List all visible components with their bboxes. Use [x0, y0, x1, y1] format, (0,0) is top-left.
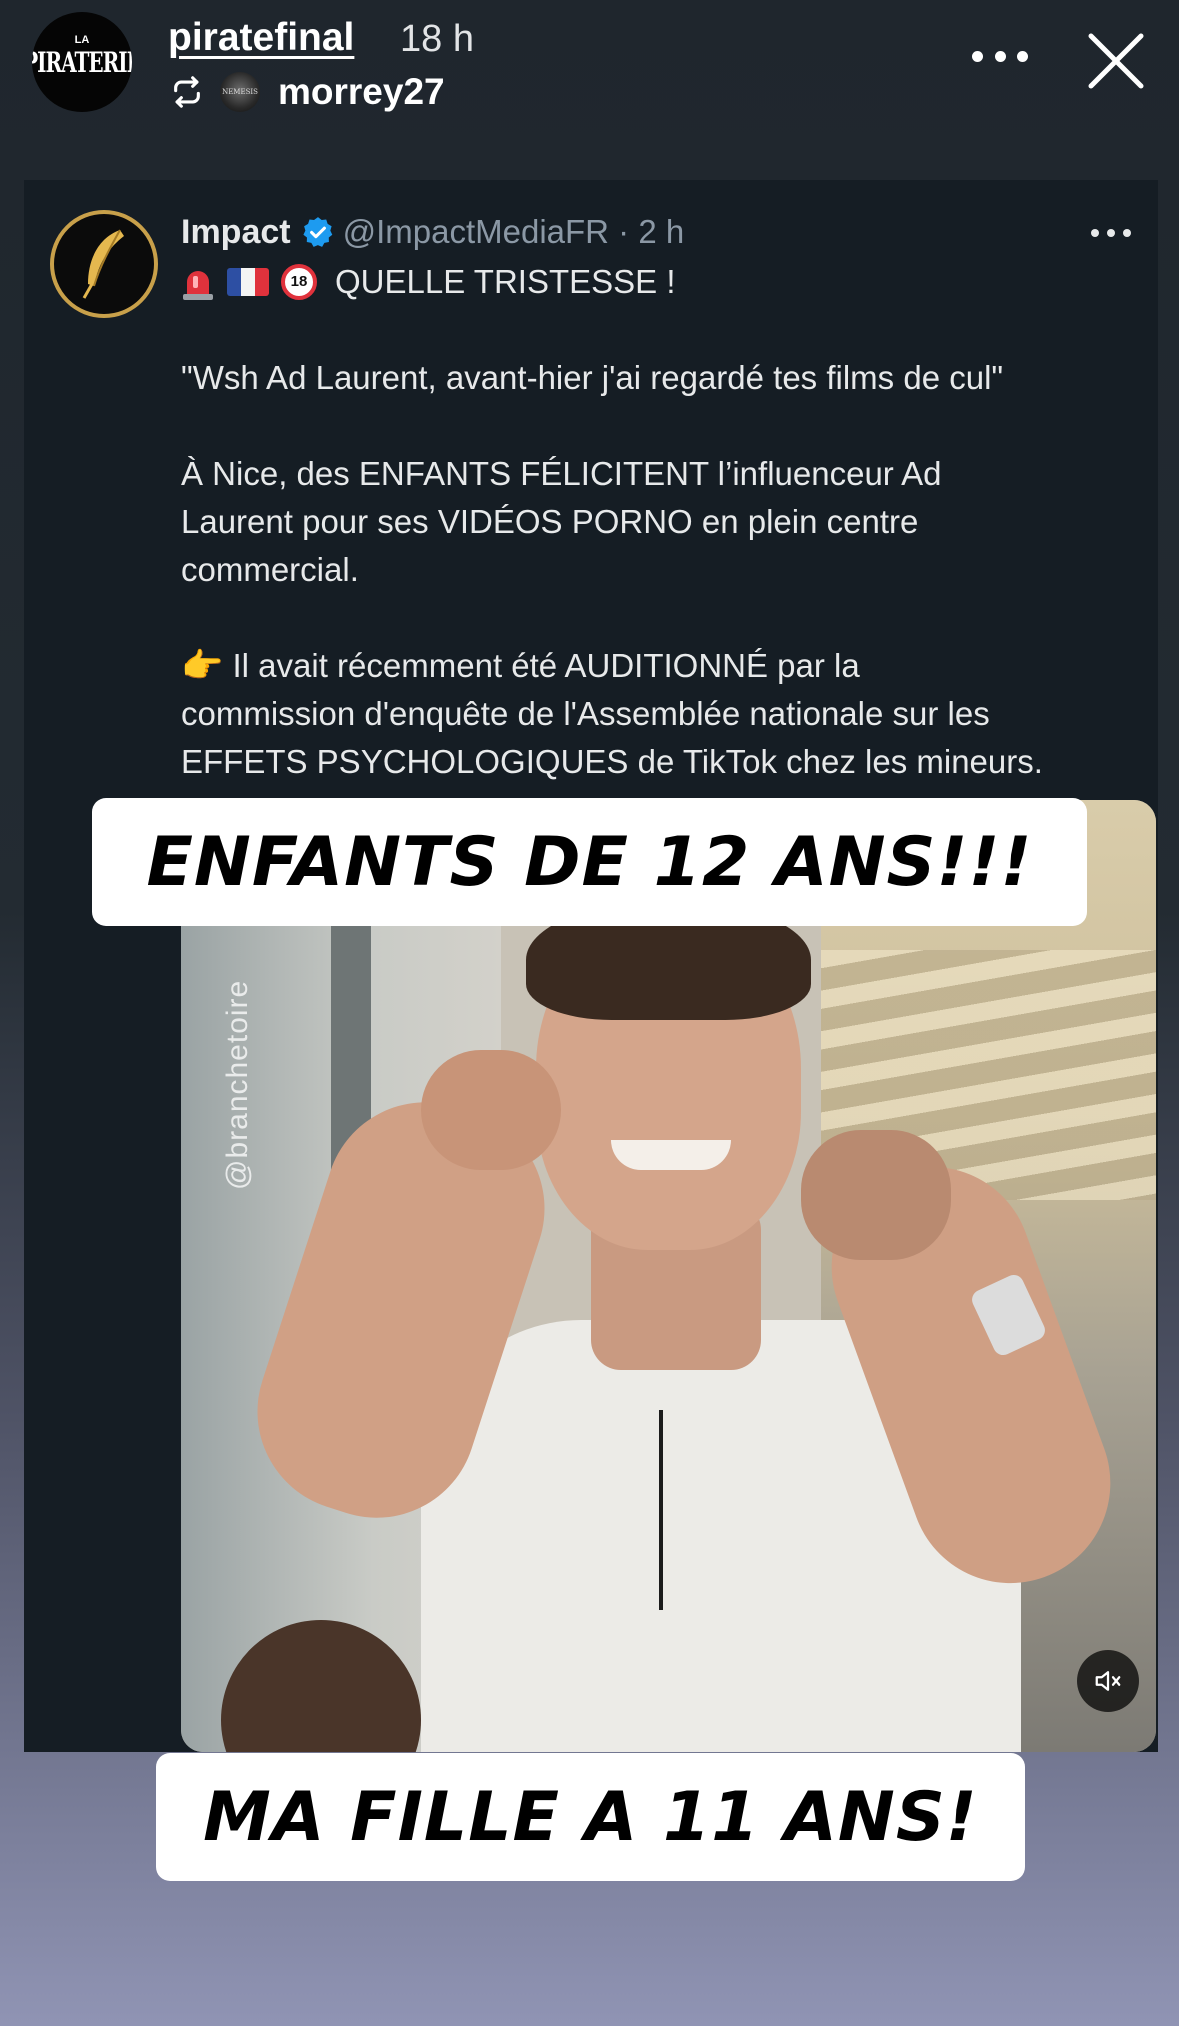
verified-badge-icon — [303, 217, 332, 247]
tweet-paragraph-1-line-2: Laurent pour ses VIDÉOS PORNO en plein c… — [181, 503, 919, 540]
repost-avatar-text: NEMESIS — [222, 88, 258, 96]
tweet-video[interactable]: @branchetoire — [181, 800, 1156, 1752]
tweet-avatar[interactable] — [50, 210, 158, 318]
close-icon[interactable] — [1085, 30, 1147, 92]
video-lavalier-mic — [659, 1410, 689, 1610]
more-options-button[interactable] — [972, 46, 1028, 66]
caption-top: ENFANTS DE 12 ANS!!! — [92, 798, 1087, 926]
repost-attribution[interactable]: NEMESIS morrey27 — [170, 70, 445, 114]
tweet-paragraph-1-line-1: À Nice, des ENFANTS FÉLICITENT l’influen… — [181, 455, 942, 492]
france-flag-icon — [227, 268, 269, 296]
repost-icon — [174, 76, 200, 108]
tweet-text: 18 QUELLE TRISTESSE ! "Wsh Ad Laurent, a… — [181, 258, 1141, 786]
story-timestamp: 18 h — [400, 18, 474, 60]
tweet-paragraph-2-line-2: commission d'enquête de l'Assemblée nati… — [181, 695, 990, 732]
tweet-handle-time[interactable]: @ImpactMediaFR · 2 h — [343, 213, 685, 251]
pointing-hand-icon: 👉 — [181, 647, 224, 685]
tweet-meta: Impact @ImpactMediaFR · 2 h — [181, 206, 684, 258]
speaker-muted-icon — [1095, 1671, 1121, 1691]
video-person-hand — [801, 1130, 951, 1260]
headline-row: 18 QUELLE TRISTESSE ! — [181, 258, 1141, 306]
story-header: LA PIRATERIE piratefinal 18 h NEMESIS mo… — [0, 0, 1179, 170]
quill-feather-icon — [82, 229, 124, 299]
avatar-logo-main: PIRATERIE — [32, 45, 132, 79]
tweet-paragraph-1-line-3: commercial. — [181, 551, 359, 588]
tweet-paragraph-2-line-3: EFFETS PSYCHOLOGIQUES de TikTok chez les… — [181, 743, 1043, 780]
tweet-headline: QUELLE TRISTESSE ! — [335, 263, 676, 300]
video-watermark: @branchetoire — [221, 979, 254, 1190]
tweet-more-button[interactable] — [1091, 226, 1131, 240]
video-person-hand — [421, 1050, 561, 1170]
dot-icon — [1107, 229, 1115, 237]
story-username[interactable]: piratefinal — [168, 16, 354, 60]
dot-icon — [1123, 229, 1131, 237]
tweet-author-name[interactable]: Impact — [181, 213, 291, 252]
story-avatar[interactable]: LA PIRATERIE — [32, 12, 132, 112]
repost-username[interactable]: morrey27 — [278, 71, 445, 113]
dot-icon — [1017, 50, 1028, 62]
tweet-card: Impact @ImpactMediaFR · 2 h 18 QUELLE TR… — [24, 180, 1158, 1752]
no-under-18-icon: 18 — [281, 264, 317, 300]
avatar-logo-small: LA — [74, 34, 90, 46]
dot-icon — [972, 50, 983, 62]
caption-bottom: MA FILLE A 11 ANS! — [156, 1753, 1025, 1881]
dot-icon — [994, 50, 1006, 62]
siren-emoji-icon — [183, 271, 213, 300]
video-person-smile — [611, 1140, 731, 1170]
tweet-paragraph-2-text: Il avait récemment été AUDITIONNÉ par la — [232, 647, 860, 684]
tweet-quote: "Wsh Ad Laurent, avant-hier j'ai regardé… — [181, 359, 1004, 396]
repost-avatar[interactable]: NEMESIS — [220, 72, 260, 112]
dot-icon — [1091, 229, 1099, 237]
mute-button[interactable] — [1077, 1650, 1139, 1712]
tweet-paragraph-2-line-1: 👉 Il avait récemment été AUDITIONNÉ par … — [181, 642, 1141, 690]
